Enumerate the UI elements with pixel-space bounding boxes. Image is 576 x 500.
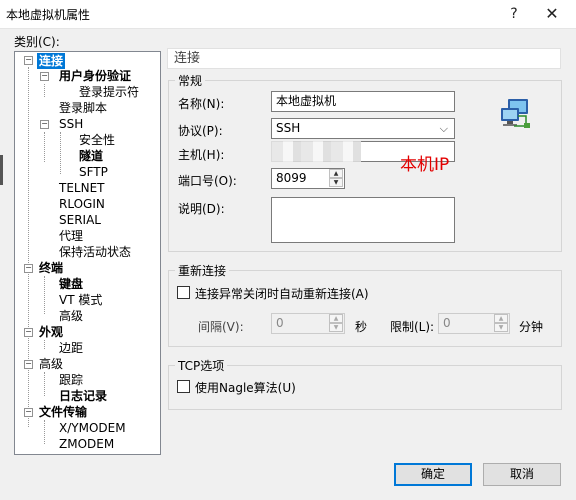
limit-input[interactable]: 0 ▲ ▼ <box>438 313 510 334</box>
tree-item-rlogin[interactable]: RLOGIN <box>59 196 105 212</box>
tree-item-security[interactable]: 安全性 <box>79 132 115 148</box>
protocol-label: 协议(P): <box>178 124 223 138</box>
spin-up-icon[interactable]: ▲ <box>329 169 343 178</box>
tree-item-ssh[interactable]: SSH <box>59 116 83 132</box>
window-edge <box>0 155 3 185</box>
interval-label: 间隔(V): <box>198 320 244 334</box>
collapse-icon[interactable]: − <box>24 328 33 337</box>
limit-unit: 分钟 <box>519 320 544 334</box>
nagle-checkbox[interactable] <box>177 380 190 393</box>
tree-item-keepalive[interactable]: 保持活动状态 <box>59 244 131 260</box>
collapse-icon[interactable]: − <box>24 360 33 369</box>
tree-item-advanced-terminal[interactable]: 高级 <box>59 308 83 324</box>
reconnect-legend: 重新连接 <box>175 262 230 279</box>
tcp-legend: TCP选项 <box>175 357 228 374</box>
auto-reconnect-checkbox[interactable] <box>177 286 190 299</box>
tree-item-proxy[interactable]: 代理 <box>59 228 83 244</box>
chevron-down-icon: ⌵ <box>439 122 448 135</box>
tree-item-login-prompt[interactable]: 登录提示符 <box>79 84 139 100</box>
interval-value: 0 <box>276 316 284 330</box>
section-title: 连接 <box>167 48 561 69</box>
tree-guide <box>28 67 29 427</box>
tree-guide <box>44 132 45 162</box>
tree-item-log[interactable]: 日志记录 <box>59 388 107 404</box>
host-label: 主机(H): <box>178 148 225 162</box>
category-label: 类别(C): <box>14 35 60 49</box>
limit-spinner[interactable]: ▲ ▼ <box>494 314 508 333</box>
tree-guide <box>44 84 45 97</box>
limit-label: 限制(L): <box>390 320 435 334</box>
tree-item-zmodem[interactable]: ZMODEM <box>59 436 114 452</box>
window-title: 本地虚拟机属性 <box>6 8 91 22</box>
desc-textarea[interactable] <box>271 197 455 243</box>
redacted-host-mask <box>271 141 361 162</box>
help-button[interactable]: ? <box>496 2 532 26</box>
tree-item-advanced[interactable]: 高级 <box>39 356 63 372</box>
reconnect-group: 重新连接 <box>168 262 562 347</box>
tree-item-login-script[interactable]: 登录脚本 <box>59 100 107 116</box>
tree-item-connection[interactable]: 连接 <box>37 53 66 69</box>
tree-guide <box>44 420 45 444</box>
protocol-value: SSH <box>276 121 301 135</box>
ok-button[interactable]: 确定 <box>394 463 472 486</box>
port-label: 端口号(O): <box>178 174 237 188</box>
protocol-select[interactable]: SSH ⌵ <box>271 118 455 139</box>
tree-guide <box>44 276 45 314</box>
collapse-icon[interactable]: − <box>24 264 33 273</box>
tree-item-user-auth[interactable]: 用户身份验证 <box>59 68 131 84</box>
spin-up-icon[interactable]: ▲ <box>494 314 508 323</box>
tree-item-vt-mode[interactable]: VT 模式 <box>59 292 102 308</box>
general-legend: 常规 <box>175 72 206 89</box>
nagle-label: 使用Nagle算法(U) <box>195 381 296 395</box>
tree-item-xymodem[interactable]: X/YMODEM <box>59 420 126 436</box>
interval-unit: 秒 <box>355 320 368 334</box>
name-label: 名称(N): <box>178 97 225 111</box>
tree-item-sftp[interactable]: SFTP <box>79 164 108 180</box>
name-value: 本地虚拟机 <box>276 94 337 108</box>
interval-spinner[interactable]: ▲ ▼ <box>329 314 343 333</box>
network-computer-icon <box>501 99 530 128</box>
auto-reconnect-label: 连接异常关闭时自动重新连接(A) <box>195 287 369 301</box>
close-button[interactable]: ✕ <box>534 2 570 26</box>
collapse-icon[interactable]: − <box>24 408 33 417</box>
collapse-icon[interactable]: − <box>24 56 33 65</box>
port-input[interactable]: 8099 ▲ ▼ <box>271 168 345 189</box>
tree-item-tunnel[interactable]: 隧道 <box>79 148 103 164</box>
tree-item-margin[interactable]: 边距 <box>59 340 83 356</box>
tree-item-trace[interactable]: 跟踪 <box>59 372 83 388</box>
host-annotation: 本机IP <box>400 155 450 175</box>
tree-guide <box>44 340 45 349</box>
tree-item-keyboard[interactable]: 键盘 <box>59 276 83 292</box>
tree-item-serial[interactable]: SERIAL <box>59 212 101 228</box>
tree-item-telnet[interactable]: TELNET <box>59 180 105 196</box>
interval-input[interactable]: 0 ▲ ▼ <box>271 313 345 334</box>
spin-down-icon[interactable]: ▼ <box>329 178 343 187</box>
collapse-icon[interactable]: − <box>40 72 49 81</box>
spin-up-icon[interactable]: ▲ <box>329 314 343 323</box>
collapse-icon[interactable]: − <box>40 120 49 129</box>
desc-label: 说明(D): <box>178 202 225 216</box>
tree-guide <box>44 372 45 396</box>
name-input[interactable]: 本地虚拟机 <box>271 91 455 112</box>
spin-down-icon[interactable]: ▼ <box>329 323 343 332</box>
port-value: 8099 <box>276 171 307 185</box>
tree-item-file-transfer[interactable]: 文件传输 <box>39 404 87 420</box>
port-spinner[interactable]: ▲ ▼ <box>329 169 343 188</box>
cancel-button[interactable]: 取消 <box>483 463 561 486</box>
tree-item-appearance[interactable]: 外观 <box>39 324 63 340</box>
category-tree[interactable]: − 连接 − 用户身份验证 登录提示符 登录脚本 − SSH 安全性 隧道 SF… <box>14 51 161 455</box>
tree-guide <box>60 132 61 174</box>
tree-item-terminal[interactable]: 终端 <box>39 260 63 276</box>
limit-value: 0 <box>443 316 451 330</box>
spin-down-icon[interactable]: ▼ <box>494 323 508 332</box>
title-bar: 本地虚拟机属性 ? ✕ <box>0 0 576 29</box>
